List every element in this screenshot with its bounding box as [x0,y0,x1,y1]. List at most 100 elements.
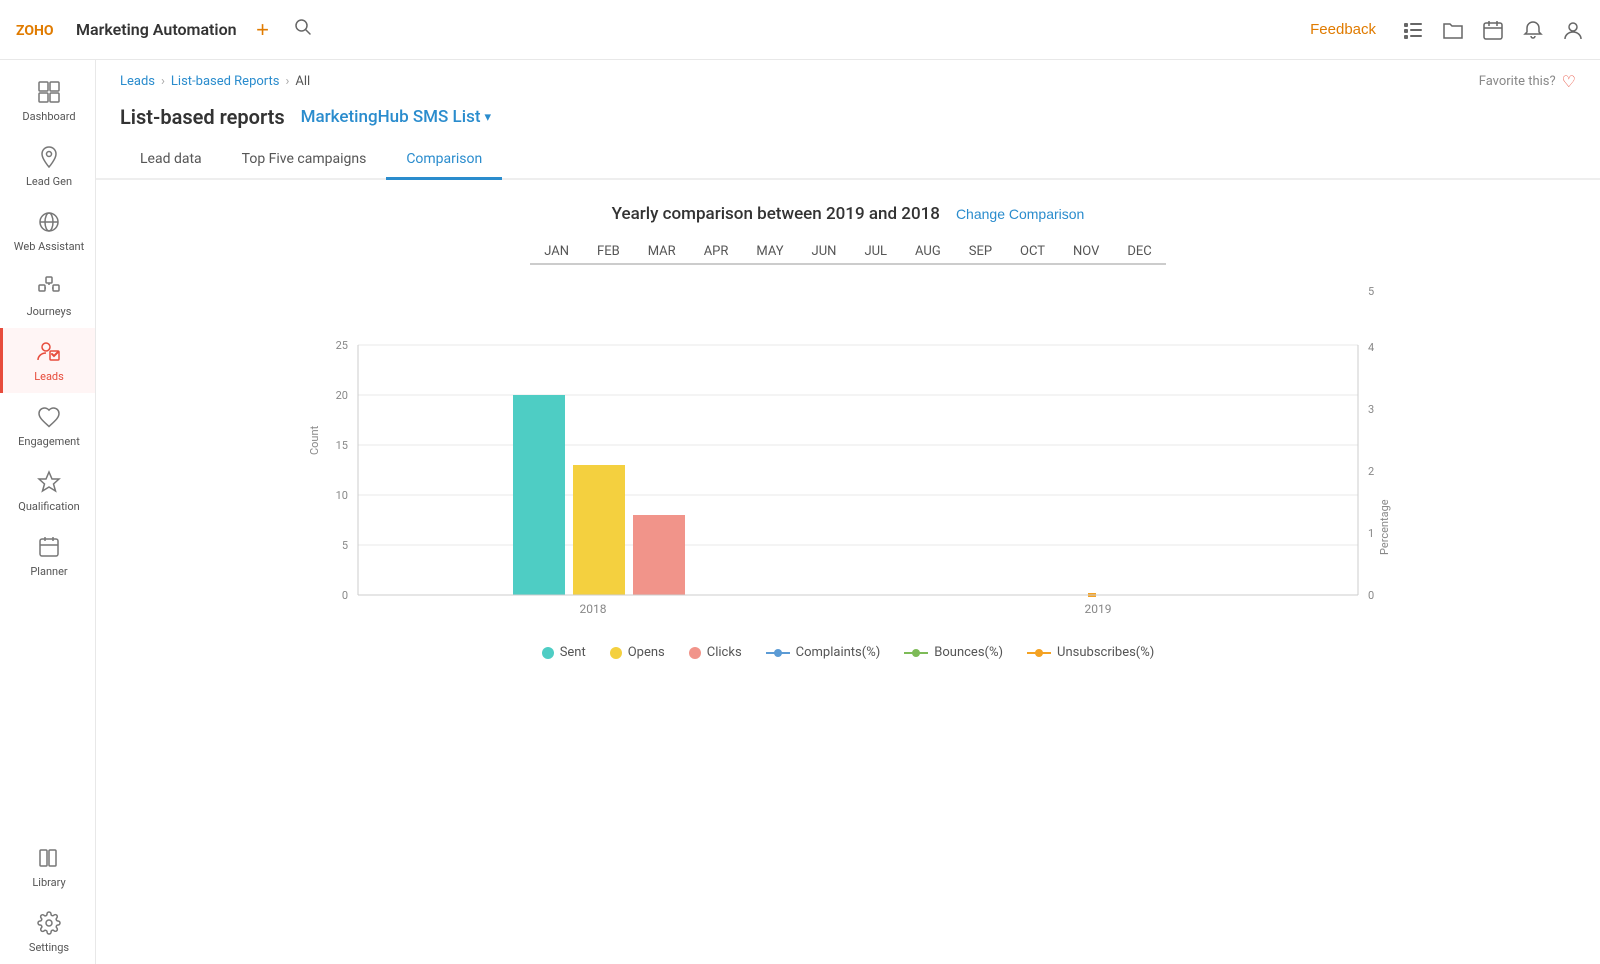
sidebar-item-lead-gen[interactable]: Lead Gen [0,133,95,198]
legend-label-sent: Sent [560,645,586,660]
feedback-button[interactable]: Feedback [1302,17,1384,42]
app-logo: ZOHO [16,19,64,41]
legend-dot-opens [610,647,622,659]
dashboard-icon [35,78,63,106]
sidebar-item-library[interactable]: Library [0,834,95,899]
svg-text:4: 4 [1368,341,1374,354]
breadcrumb-sep-1: › [161,74,165,89]
list-selector[interactable]: MarketingHub SMS List ▾ [301,107,491,127]
month-tab-oct[interactable]: OCT [1006,240,1059,265]
folder-icon[interactable] [1442,19,1464,41]
month-tab-nov[interactable]: NOV [1059,240,1113,265]
lead-gen-label: Lead Gen [26,175,72,188]
legend-unsubscribes: Unsubscribes(%) [1027,645,1154,660]
list-view-icon [1402,19,1424,41]
sidebar-item-engagement[interactable]: Engagement [0,393,95,458]
legend-line-complaints [766,652,790,654]
sidebar-item-dashboard[interactable]: Dashboard [0,68,95,133]
month-tab-aug[interactable]: AUG [901,240,955,265]
breadcrumb-sep-2: › [285,74,289,89]
sidebar-item-settings[interactable]: Settings [0,899,95,964]
svg-text:0: 0 [342,589,348,602]
legend-opens: Opens [610,645,665,660]
qualification-label: Qualification [18,500,79,513]
add-button[interactable]: + [249,16,277,44]
library-label: Library [32,876,65,889]
month-tabs: JANFEBMARAPRMAYJUNJULAUGSEPOCTNOVDEC [120,240,1576,265]
sidebar-item-journeys[interactable]: Journeys [0,263,95,328]
bell-icon-svg [1522,19,1544,41]
leads-icon [35,338,63,366]
breadcrumb-row: Leads › List-based Reports › All Favorit… [96,60,1600,97]
month-tab-feb[interactable]: FEB [583,240,634,265]
dashboard-label: Dashboard [22,110,75,123]
bell-icon[interactable] [1522,19,1544,41]
avatar[interactable] [1562,19,1584,41]
legend-complaints: Complaints(%) [766,645,881,660]
month-tab-apr[interactable]: APR [690,240,743,265]
legend-dot-clicks [689,647,701,659]
month-tab-sep[interactable]: SEP [955,240,1006,265]
svg-text:25: 25 [336,339,348,352]
settings-label: Settings [29,941,69,954]
month-tab-jul[interactable]: JUL [850,240,901,265]
calendar-icon[interactable] [1482,19,1504,41]
tab-top-five[interactable]: Top Five campaigns [222,141,387,180]
change-comparison-button[interactable]: Change Comparison [956,206,1084,222]
chart-header: Yearly comparison between 2019 and 2018 … [120,204,1576,224]
chart-title: Yearly comparison between 2019 and 2018 [612,204,940,224]
svg-text:3: 3 [1368,403,1374,416]
legend-line-bounces [904,652,928,654]
sidebar-item-leads[interactable]: Leads [0,328,95,393]
calendar-icon-svg [1482,19,1504,41]
svg-text:5: 5 [342,539,348,552]
breadcrumb: Leads › List-based Reports › All [120,74,310,89]
page-title: List-based reports [120,105,285,129]
sidebar-item-planner[interactable]: Planner [0,523,95,588]
sidebar-item-qualification[interactable]: Qualification [0,458,95,523]
month-tab-dec[interactable]: DEC [1113,240,1165,265]
breadcrumb-list-based-reports[interactable]: List-based Reports [171,74,280,89]
library-icon [35,844,63,872]
topbar: ZOHO Marketing Automation + Feedback [0,0,1600,60]
app-title: Marketing Automation [76,20,237,39]
list-icon[interactable] [1402,19,1424,41]
legend-label-unsubscribes: Unsubscribes(%) [1057,645,1154,660]
bar-chart: 0 5 10 15 20 25 0 1 2 3 4 5 Count [120,285,1576,625]
svg-text:2018: 2018 [580,602,607,616]
heart-icon[interactable]: ♡ [1562,72,1576,91]
legend-line-unsubscribes [1027,652,1051,654]
content-area: Leads › List-based Reports › All Favorit… [96,60,1600,964]
tabs: Lead data Top Five campaigns Comparison [96,141,1600,180]
legend-sent: Sent [542,645,586,660]
web-assistant-icon [35,208,63,236]
tab-comparison[interactable]: Comparison [386,141,502,180]
month-tab-jun[interactable]: JUN [798,240,851,265]
search-button[interactable] [289,16,317,44]
sidebar-item-web-assistant[interactable]: Web Assistant [0,198,95,263]
list-selector-name: MarketingHub SMS List [301,107,481,127]
bar-2018-sent [513,395,565,595]
topbar-icons: Feedback [1302,17,1584,42]
tab-lead-data[interactable]: Lead data [120,141,222,180]
breadcrumb-leads[interactable]: Leads [120,74,155,89]
svg-text:15: 15 [336,439,348,452]
journeys-icon [35,273,63,301]
month-tab-jan[interactable]: JAN [530,240,583,265]
svg-text:10: 10 [336,489,348,502]
legend-dot-sent [542,647,554,659]
svg-text:1: 1 [1368,527,1374,540]
bar-2018-clicks [633,515,685,595]
legend-label-complaints: Complaints(%) [796,645,881,660]
month-tab-mar[interactable]: MAR [634,240,690,265]
svg-text:5: 5 [1368,285,1374,298]
svg-text:2019: 2019 [1085,602,1112,616]
svg-text:20: 20 [336,389,348,402]
legend-label-opens: Opens [628,645,665,660]
legend-bounces: Bounces(%) [904,645,1003,660]
search-icon [294,18,312,36]
month-tab-may[interactable]: MAY [742,240,797,265]
folder-icon-svg [1442,19,1464,41]
svg-text:2: 2 [1368,465,1374,478]
legend-clicks: Clicks [689,645,742,660]
